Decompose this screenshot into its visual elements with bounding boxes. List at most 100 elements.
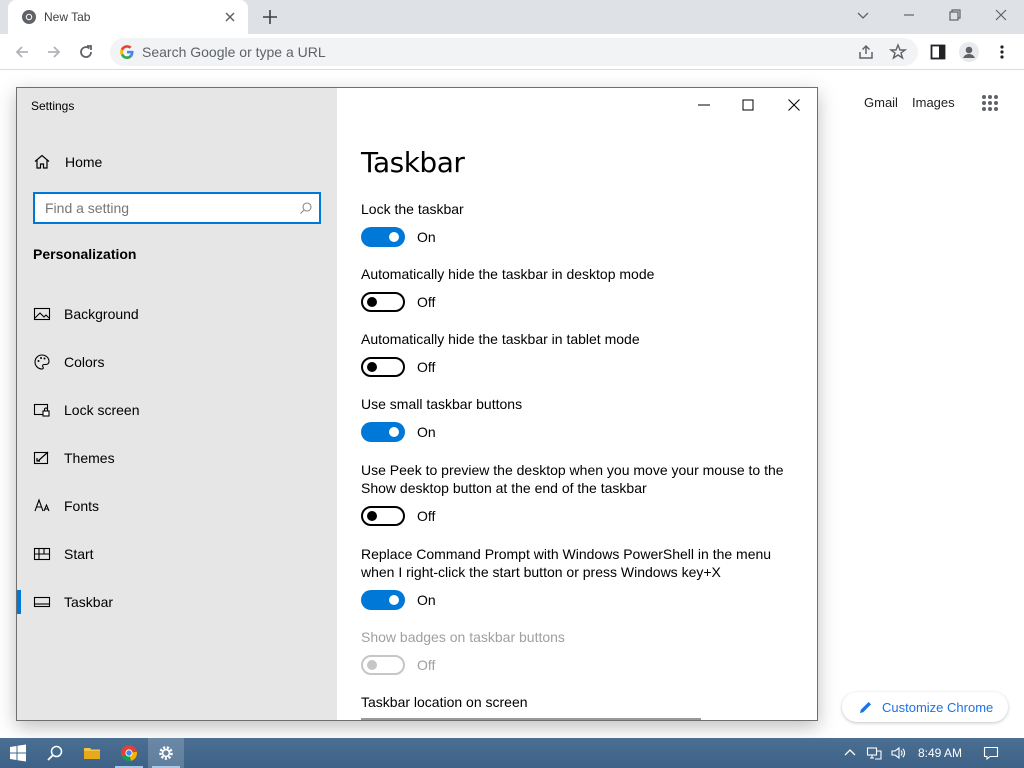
tab-close-icon[interactable] [222, 9, 238, 25]
find-setting-input[interactable] [45, 194, 285, 222]
taskbar-search-button[interactable] [37, 738, 73, 768]
themes-icon [33, 449, 51, 467]
settings-minimize-icon[interactable] [693, 96, 715, 114]
taskbar-clock[interactable]: 8:49 AM [918, 746, 962, 760]
side-panel-icon[interactable] [928, 42, 948, 62]
toggle-knob [367, 511, 377, 521]
folder-icon [83, 744, 101, 762]
home-label: Home [65, 154, 103, 170]
lock-screen-icon [33, 401, 51, 419]
sidebar-item-taskbar[interactable]: Taskbar [17, 582, 337, 622]
find-setting-search[interactable] [33, 192, 321, 224]
settings-maximize-icon[interactable] [737, 96, 759, 114]
settings-sidebar: Settings Home Personalization Background [17, 88, 337, 720]
omnibox[interactable] [110, 38, 918, 66]
toggle-state: Off [417, 657, 436, 673]
settings-close-icon[interactable] [783, 96, 805, 114]
sidebar-item-label: Themes [64, 450, 115, 466]
home-icon [33, 153, 51, 171]
sidebar-item-label: Background [64, 306, 139, 322]
taskbar-icon [33, 593, 51, 611]
small-buttons-toggle[interactable] [361, 422, 405, 442]
sidebar-item-themes[interactable]: Themes [17, 438, 337, 478]
autohide-desktop-toggle[interactable] [361, 292, 405, 312]
peek-toggle[interactable] [361, 506, 405, 526]
tab-strip: New Tab [0, 0, 1024, 34]
reload-icon[interactable] [76, 42, 96, 62]
sidebar-item-fonts[interactable]: Fonts [17, 486, 337, 526]
new-tab-icon[interactable] [260, 7, 280, 27]
tab-search-chevron-icon[interactable] [851, 5, 875, 25]
settings-window: Settings Home Personalization Background [16, 87, 818, 721]
toggle-knob [367, 362, 377, 372]
tab-title: New Tab [44, 10, 91, 24]
search-icon [46, 744, 64, 762]
lock-taskbar-toggle[interactable] [361, 227, 405, 247]
option-label: Automatically hide the taskbar in tablet… [361, 331, 640, 347]
sidebar-item-label: Taskbar [64, 594, 114, 610]
gmail-link[interactable]: Gmail [864, 95, 898, 110]
toggle-knob [367, 297, 377, 307]
toggle-state: On [417, 229, 436, 245]
bookmark-star-icon[interactable] [888, 42, 908, 62]
toggle-state: On [417, 592, 436, 608]
file-explorer-button[interactable] [74, 738, 110, 768]
images-link[interactable]: Images [912, 95, 955, 110]
sidebar-item-lock-screen[interactable]: Lock screen [17, 390, 337, 430]
home-nav-item[interactable]: Home [33, 152, 233, 172]
restore-icon[interactable] [943, 5, 967, 25]
volume-icon[interactable] [890, 745, 906, 761]
toggle-state: Off [417, 294, 436, 310]
menu-kebab-icon[interactable] [992, 42, 1012, 62]
tab-new-tab[interactable]: New Tab [8, 0, 248, 34]
forward-icon[interactable] [44, 42, 64, 62]
gear-icon [157, 744, 175, 762]
network-icon[interactable] [866, 745, 882, 761]
sidebar-item-label: Start [64, 546, 94, 562]
browser-toolbar [0, 34, 1024, 70]
windows-taskbar: 8:49 AM [0, 738, 1024, 768]
minimize-icon[interactable] [897, 5, 921, 25]
google-g-icon [119, 44, 135, 60]
page-title: Taskbar [361, 146, 465, 179]
pencil-icon [858, 699, 874, 715]
toggle-knob [367, 660, 377, 670]
sidebar-item-label: Colors [64, 354, 105, 370]
toggle-knob [389, 232, 399, 242]
option-label: Show badges on taskbar buttons [361, 629, 565, 645]
tray-chevron-up-icon[interactable] [842, 745, 858, 761]
option-label: Use small taskbar buttons [361, 396, 523, 412]
picture-icon [33, 305, 51, 323]
sidebar-item-colors[interactable]: Colors [17, 342, 337, 382]
windows-logo-icon [9, 744, 27, 762]
toggle-state: Off [417, 508, 436, 524]
profile-avatar-icon[interactable] [959, 42, 979, 62]
chrome-taskbar-button[interactable] [111, 738, 147, 768]
back-icon[interactable] [12, 42, 32, 62]
share-icon[interactable] [856, 42, 876, 62]
settings-taskbar-button[interactable] [148, 738, 184, 768]
toggle-knob [389, 427, 399, 437]
window-title: Settings [31, 99, 75, 113]
toggle-state: On [417, 424, 436, 440]
taskbar-location-dropdown[interactable] [361, 718, 701, 720]
action-center-icon[interactable] [983, 745, 999, 761]
start-button[interactable] [0, 738, 36, 768]
customize-chrome-button[interactable]: Customize Chrome [842, 692, 1008, 722]
close-window-icon[interactable] [989, 5, 1013, 25]
option-label: Use Peek to preview the desktop when you… [361, 462, 784, 496]
sidebar-item-start[interactable]: Start [17, 534, 337, 574]
sidebar-item-background[interactable]: Background [17, 294, 337, 334]
autohide-tablet-toggle[interactable] [361, 357, 405, 377]
google-apps-icon[interactable] [980, 93, 1000, 113]
sidebar-item-label: Fonts [64, 498, 100, 514]
taskbar-location-label: Taskbar location on screen [361, 694, 528, 710]
search-icon [299, 201, 313, 215]
start-icon [33, 545, 51, 563]
powershell-toggle[interactable] [361, 590, 405, 610]
chrome-favicon-icon [21, 9, 37, 25]
settings-content: Taskbar Lock the taskbar On Automaticall… [337, 88, 817, 720]
toggle-state: Off [417, 359, 436, 375]
omnibox-input[interactable] [142, 38, 842, 66]
sidebar-item-label: Lock screen [64, 402, 140, 418]
